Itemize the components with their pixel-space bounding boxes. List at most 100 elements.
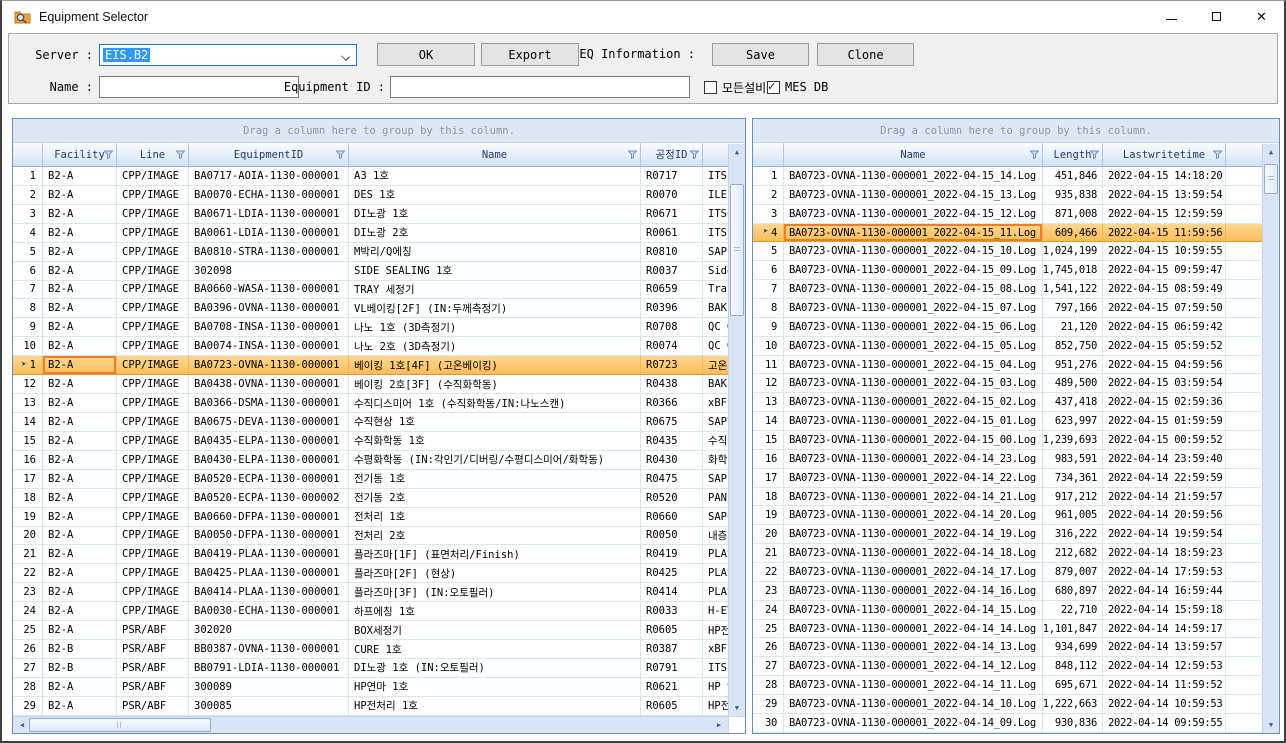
equipment-cell-line[interactable]: CPP/IMAGE (117, 527, 189, 545)
equipment-cell-line[interactable]: CPP/IMAGE (117, 299, 189, 317)
equipment-cell-name[interactable]: DES 1호 (349, 186, 641, 204)
checkbox-box-icon[interactable] (767, 81, 780, 94)
logfile-table-row[interactable]: 25BA0723-OVNA-1130-000001_2022-04-14_14.… (753, 620, 1279, 639)
logfile-table-row[interactable]: 24BA0723-OVNA-1130-000001_2022-04-14_15.… (753, 601, 1279, 620)
equipment-table-row[interactable]: 24B2-ACPP/IMAGEBA0030-ECHA-1130-000001하프… (13, 602, 745, 621)
right-group-by-band[interactable]: Drag a column here to group by this colu… (753, 119, 1279, 143)
equipment-cell-equipment_id[interactable]: BA0810-STRA-1130-000001 (189, 243, 349, 261)
equipment-cell-equipment_id[interactable]: BA0660-WASA-1130-000001 (189, 281, 349, 299)
maximize-button[interactable] (1194, 1, 1239, 32)
equipment-table-row[interactable]: 16B2-ACPP/IMAGEBA0430-ELPA-1130-000001수평… (13, 451, 745, 470)
equipment-cell-line[interactable]: CPP/IMAGE (117, 394, 189, 412)
equipment-table-row[interactable]: 17B2-ACPP/IMAGEBA0520-ECPA-1130-000001전기… (13, 470, 745, 489)
logfile-table-row[interactable]: 12BA0723-OVNA-1130-000001_2022-04-15_03.… (753, 374, 1279, 393)
logfile-cell-length[interactable]: 695,671 (1043, 676, 1103, 694)
logfile-cell-lastwritetime[interactable]: 2022-04-15 10:59:55 (1103, 242, 1226, 260)
scroll-right-icon[interactable]: ▶ (712, 717, 726, 733)
logfile-cell-length[interactable]: 848,112 (1043, 657, 1103, 675)
equipment-cell-line[interactable]: PSR/ABF (117, 678, 189, 696)
left-group-by-band[interactable]: Drag a column here to group by this colu… (13, 119, 745, 143)
logfile-cell-name[interactable]: BA0723-OVNA-1130-000001_2022-04-15_04.Lo… (784, 356, 1043, 374)
logfile-cell-lastwritetime[interactable]: 2022-04-15 00:59:52 (1103, 431, 1226, 449)
equipment-table-row[interactable]: 26B2-BPSR/ABFBB0387-OVNA-1130-000001CURE… (13, 640, 745, 659)
equipment-cell-equipment_id[interactable]: 300089 (189, 678, 349, 696)
equipment-cell-facility[interactable]: B2-A (43, 186, 117, 204)
filter-funnel-icon[interactable] (628, 150, 637, 159)
logfile-cell-name[interactable]: BA0723-OVNA-1130-000001_2022-04-14_20.Lo… (784, 506, 1043, 524)
logfile-cell-lastwritetime[interactable]: 2022-04-14 11:59:52 (1103, 676, 1226, 694)
equipment-cell-line[interactable]: CPP/IMAGE (117, 318, 189, 336)
equipment-cell-facility[interactable]: B2-A (43, 224, 117, 242)
logfile-cell-name[interactable]: BA0723-OVNA-1130-000001_2022-04-15_02.Lo… (784, 393, 1043, 411)
equipment-cell-process_id[interactable]: R0660 (641, 508, 703, 526)
equipment-cell-name[interactable]: SIDE SEALING 1호 (349, 262, 641, 280)
equipment-cell-process_id[interactable]: R0708 (641, 318, 703, 336)
equipment-cell-name[interactable]: HP전처리 1호 (349, 697, 641, 715)
equipment-id-input[interactable] (390, 76, 690, 98)
logfile-cell-lastwritetime[interactable]: 2022-04-15 08:59:49 (1103, 280, 1226, 298)
logfile-cell-name[interactable]: BA0723-OVNA-1130-000001_2022-04-14_11.Lo… (784, 676, 1043, 694)
equipment-cell-process_id[interactable]: R0070 (641, 186, 703, 204)
filter-funnel-icon[interactable] (176, 150, 185, 159)
logfile-cell-length[interactable]: 930,836 (1043, 714, 1103, 732)
equipment-cell-name[interactable]: HP연마 1호 (349, 678, 641, 696)
equipment-cell-facility[interactable]: B2-A (43, 489, 117, 507)
logfile-cell-length[interactable]: 961,005 (1043, 506, 1103, 524)
equipment-cell-name[interactable]: DI노광 1호 (IN:오토필러) (349, 659, 641, 677)
equipment-table-row[interactable]: 3B2-ACPP/IMAGEBA0671-LDIA-1130-000001DI노… (13, 205, 745, 224)
equipment-cell-process_id[interactable]: R0659 (641, 281, 703, 299)
logfile-cell-lastwritetime[interactable]: 2022-04-15 03:59:54 (1103, 374, 1226, 392)
equipment-cell-equipment_id[interactable]: 302020 (189, 621, 349, 639)
equipment-cell-line[interactable]: PSR/ABF (117, 659, 189, 677)
equipment-cell-line[interactable]: CPP/IMAGE (117, 413, 189, 431)
scroll-down-icon[interactable]: ▼ (729, 700, 745, 716)
mes-db-checkbox[interactable]: MES DB (767, 76, 828, 98)
equipment-cell-line[interactable]: CPP/IMAGE (117, 470, 189, 488)
equipment-table-row[interactable]: 10B2-ACPP/IMAGEBA0074-INSA-1130-000001나노… (13, 337, 745, 356)
equipment-cell-name[interactable]: 전처리 2호 (349, 527, 641, 545)
equipment-table-row[interactable]: 28B2-APSR/ABF300089HP연마 1호R0621HP 연 (13, 678, 745, 697)
logfile-cell-length[interactable]: 852,750 (1043, 337, 1103, 355)
logfile-cell-name[interactable]: BA0723-OVNA-1130-000001_2022-04-14_22.Lo… (784, 469, 1043, 487)
logfile-cell-name[interactable]: BA0723-OVNA-1130-000001_2022-04-14_14.Lo… (784, 620, 1043, 638)
equipment-cell-line[interactable]: CPP/IMAGE (117, 375, 189, 393)
logfile-cell-name[interactable]: BA0723-OVNA-1130-000001_2022-04-15_00.Lo… (784, 431, 1043, 449)
equipment-cell-facility[interactable]: B2-A (43, 564, 117, 582)
ok-button[interactable]: OK (377, 43, 475, 66)
equipment-cell-line[interactable]: CPP/IMAGE (117, 356, 189, 374)
equipment-cell-equipment_id[interactable]: BA0425-PLAA-1130-000001 (189, 564, 349, 582)
logfile-cell-length[interactable]: 1,745,018 (1043, 261, 1103, 279)
equipment-cell-equipment_id[interactable]: BA0061-LDIA-1130-000001 (189, 224, 349, 242)
logfile-cell-name[interactable]: BA0723-OVNA-1130-000001_2022-04-15_07.Lo… (784, 299, 1043, 317)
equipment-cell-line[interactable]: CPP/IMAGE (117, 602, 189, 620)
equipment-table-row[interactable]: 6B2-ACPP/IMAGE302098SIDE SEALING 1호R0037… (13, 262, 745, 281)
equipment-table-row[interactable]: 19B2-ACPP/IMAGEBA0660-DFPA-1130-000001전처… (13, 508, 745, 527)
equipment-cell-name[interactable]: 플라즈마[1F] (표면처리/Finish) (349, 545, 641, 563)
equipment-table-row[interactable]: 21B2-ACPP/IMAGEBA0419-PLAA-1130-000001플라… (13, 545, 745, 564)
equipment-cell-line[interactable]: PSR/ABF (117, 697, 189, 715)
equipment-cell-name[interactable]: DI노광 1호 (349, 205, 641, 223)
equipment-cell-equipment_id[interactable]: BA0419-PLAA-1130-000001 (189, 545, 349, 563)
equipment-cell-facility[interactable]: B2-A (43, 205, 117, 223)
equipment-cell-line[interactable]: CPP/IMAGE (117, 508, 189, 526)
logfile-cell-lastwritetime[interactable]: 2022-04-15 09:59:47 (1103, 261, 1226, 279)
equipment-cell-process_id[interactable]: R0717 (641, 167, 703, 185)
logfile-cell-length[interactable]: 871,008 (1043, 205, 1103, 223)
logfile-cell-length[interactable]: 1,101,847 (1043, 620, 1103, 638)
equipment-cell-name[interactable]: 나노 2호 (3D측정기) (349, 337, 641, 355)
logfile-cell-name[interactable]: BA0723-OVNA-1130-000001_2022-04-15_09.Lo… (784, 261, 1043, 279)
logfile-cell-length[interactable]: 1,024,199 (1043, 242, 1103, 260)
equipment-cell-equipment_id[interactable]: BA0396-OVNA-1130-000001 (189, 299, 349, 317)
logfile-cell-name[interactable]: BA0723-OVNA-1130-000001_2022-04-14_23.Lo… (784, 450, 1043, 468)
logfile-cell-length[interactable]: 680,897 (1043, 582, 1103, 600)
equipment-cell-equipment_id[interactable]: BA0660-DFPA-1130-000001 (189, 508, 349, 526)
header-line[interactable]: Line (117, 143, 189, 167)
equipment-cell-process_id[interactable]: R0810 (641, 243, 703, 261)
equipment-cell-process_id[interactable]: R0671 (641, 205, 703, 223)
logfile-table-row[interactable]: 14BA0723-OVNA-1130-000001_2022-04-15_01.… (753, 412, 1279, 431)
equipment-table-row[interactable]: 18B2-ACPP/IMAGEBA0520-ECPA-1130-000002전기… (13, 489, 745, 508)
equipment-cell-process_id[interactable]: R0438 (641, 375, 703, 393)
equipment-cell-name[interactable]: M박리/Q에칭 (349, 243, 641, 261)
logfile-cell-length[interactable]: 451,846 (1043, 167, 1103, 185)
equipment-table-row[interactable]: 22B2-ACPP/IMAGEBA0425-PLAA-1130-000001플라… (13, 564, 745, 583)
